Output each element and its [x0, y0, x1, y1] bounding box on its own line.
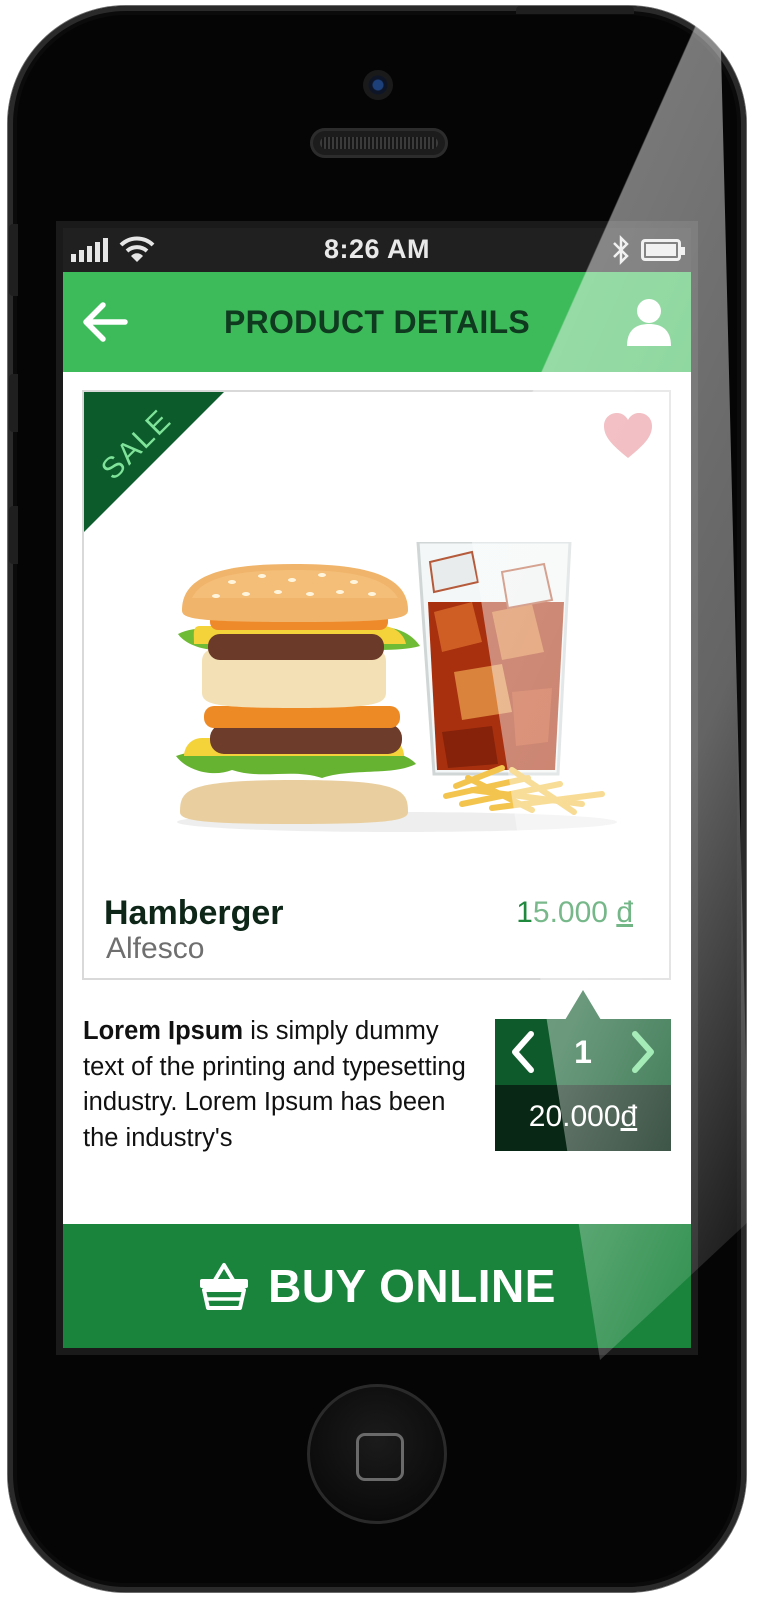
buy-online-button[interactable]: BUY ONLINE — [63, 1224, 691, 1348]
volume-down-button — [9, 506, 18, 564]
product-image — [176, 542, 617, 832]
quantity-total: 20.000đ — [495, 1085, 671, 1151]
product-brand: Alfesco — [106, 932, 205, 965]
mute-switch — [9, 224, 18, 296]
earpiece-speaker — [310, 128, 448, 158]
status-bar: 8:26 AM — [63, 228, 691, 272]
status-time: 8:26 AM — [323, 234, 431, 264]
basket-icon — [200, 1263, 249, 1310]
app-header: PRODUCT DETAILS — [63, 272, 691, 372]
home-button[interactable] — [307, 1384, 447, 1524]
product-price: 15.000 đ — [516, 896, 633, 930]
front-camera — [363, 70, 393, 100]
product-price-value: 15.000 — [516, 896, 617, 929]
quantity-pointer — [565, 990, 601, 1020]
chevron-right-icon[interactable] — [621, 1028, 665, 1076]
power-button — [516, 6, 634, 14]
buy-online-label: BUY ONLINE — [268, 1260, 556, 1312]
app-screen: 8:26 AM PRODUCT DETAILS SALE Hamberger A… — [63, 228, 691, 1348]
volume-up-button — [9, 374, 18, 432]
user-icon[interactable] — [623, 296, 675, 348]
product-price-currency: đ — [616, 896, 633, 929]
total-currency: đ — [620, 1100, 638, 1133]
page-title: PRODUCT DETAILS — [223, 304, 531, 340]
quantity-row: 1 — [495, 1019, 671, 1085]
product-card[interactable]: SALE Hamberger Alfesco 15.000 đ — [82, 390, 671, 980]
heart-icon[interactable] — [602, 412, 654, 460]
bluetooth-icon — [613, 234, 629, 266]
description-bold: Lorem Ipsum — [83, 1017, 244, 1045]
quantity-stepper: 1 20.000đ — [495, 1019, 671, 1151]
product-name: Hamberger — [104, 894, 284, 932]
product-description: Lorem Ipsum is simply dummy text of the … — [83, 1014, 475, 1156]
total-value: 20.000 — [528, 1100, 621, 1133]
battery-icon — [641, 239, 685, 261]
